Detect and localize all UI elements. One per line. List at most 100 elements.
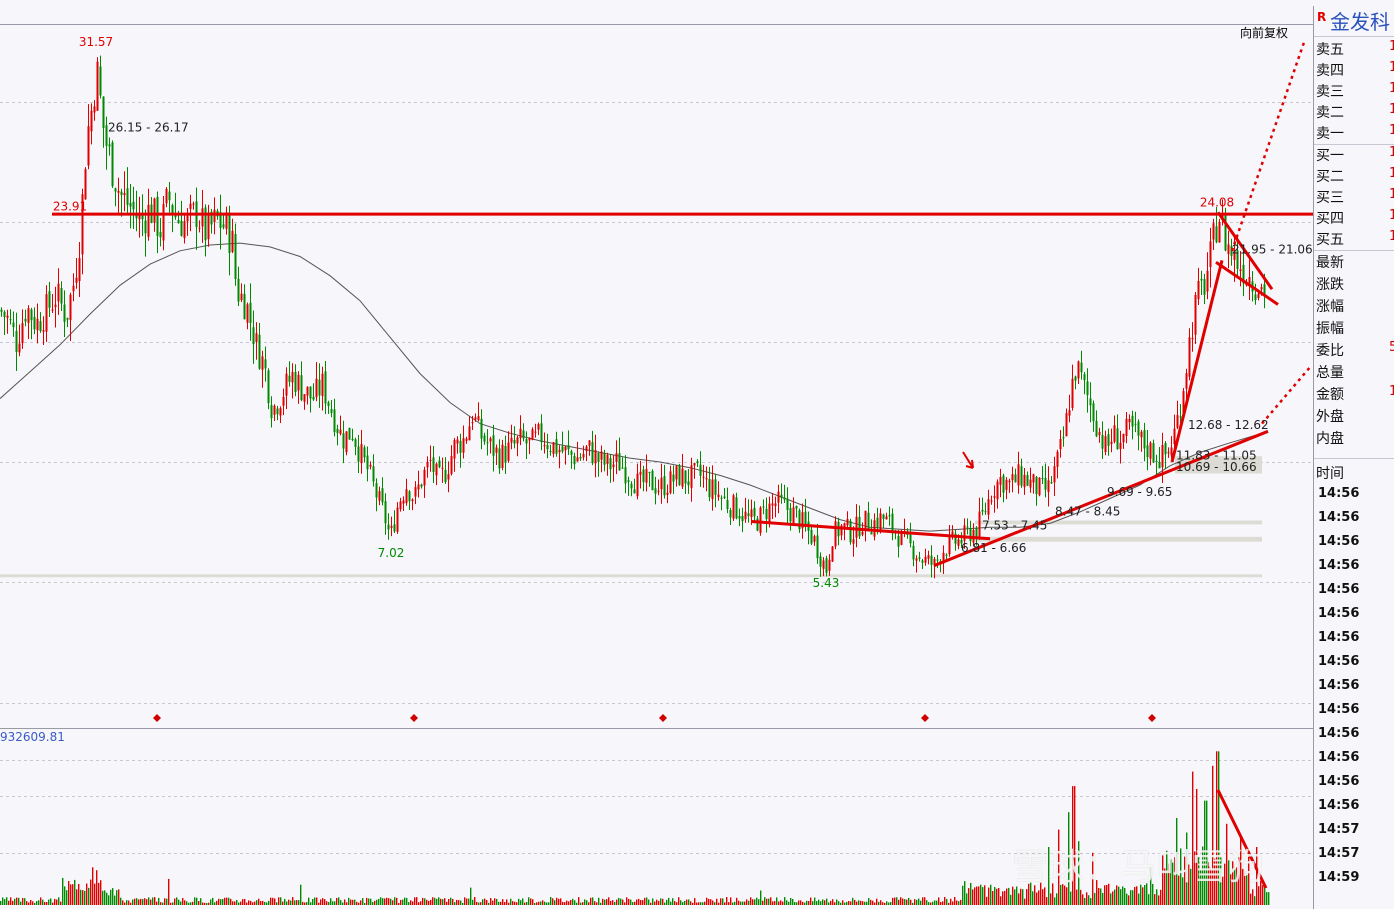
volume-bar [868, 898, 870, 905]
volume-bar [536, 902, 538, 905]
candle [96, 61, 99, 111]
volume-bar [440, 898, 442, 905]
volume-bar [772, 901, 774, 905]
quote-row-label[interactable]: 卖五 [1316, 39, 1344, 59]
volume-bar [694, 898, 696, 905]
quote-row-label[interactable]: 卖一 [1316, 123, 1344, 143]
volume-bar [1128, 895, 1130, 905]
volume-bar [942, 901, 944, 905]
price-level-band [0, 574, 1262, 578]
quote-row-label[interactable]: 买三 [1316, 187, 1344, 207]
volume-bar [222, 899, 224, 905]
candle [48, 291, 51, 308]
volume-bar [900, 897, 902, 905]
candle [120, 191, 123, 196]
candle [1119, 442, 1122, 449]
volume-bar [268, 900, 270, 905]
volume-bar [56, 899, 58, 905]
volume-bar [162, 902, 164, 905]
volume-bar [144, 898, 146, 905]
volume-bar [1250, 893, 1252, 905]
volume-bar [1090, 898, 1092, 905]
volume-bar [912, 902, 914, 905]
volume-bar [896, 897, 898, 905]
divider [1314, 458, 1394, 459]
candle [1041, 478, 1044, 479]
volume-bar [34, 902, 36, 905]
candle [639, 471, 642, 475]
candle [675, 466, 678, 480]
candle [249, 302, 252, 323]
info-row-value: 5 [1389, 340, 1394, 355]
volume-bar [340, 900, 342, 905]
volume-bar [46, 902, 48, 905]
volume-bar [928, 902, 930, 905]
volume-bar [16, 897, 18, 905]
volume-bar [370, 898, 372, 905]
quote-row-label[interactable]: 卖四 [1316, 60, 1344, 80]
volume-bar [796, 902, 798, 905]
volume-bar [330, 898, 332, 905]
volume-bar [738, 900, 740, 905]
volume-bar [1158, 895, 1160, 905]
volume-bar [328, 902, 330, 905]
volume-bar [1110, 893, 1112, 905]
candle [456, 439, 459, 444]
candle [948, 535, 951, 555]
adjust-label[interactable]: 向前复权 [1240, 25, 1288, 40]
quote-row-label[interactable]: 买一 [1316, 145, 1344, 165]
candle [39, 321, 42, 331]
volume-bar [938, 897, 940, 905]
volume-bar [560, 898, 562, 905]
candle [555, 439, 558, 454]
quote-row-label[interactable]: 买四 [1316, 208, 1344, 228]
volume-bar [994, 887, 996, 905]
volume-bar [960, 899, 962, 905]
candle [66, 317, 69, 320]
volume-bar [980, 884, 982, 905]
volume-bar [186, 901, 188, 905]
trade-time: 14:56 [1318, 702, 1360, 717]
volume-bar [740, 901, 742, 905]
quote-row-label[interactable]: 卖二 [1316, 102, 1344, 122]
volume-bar [1124, 888, 1126, 905]
volume-bar [264, 901, 266, 905]
volume-bar [490, 898, 492, 905]
volume-bar [532, 899, 534, 905]
volume-bar [200, 898, 202, 905]
price-label: 24.08 [1200, 196, 1234, 210]
volume-bar [376, 899, 378, 905]
candle [333, 409, 336, 433]
volume-bar [846, 901, 848, 905]
candle [777, 491, 780, 503]
price-chart[interactable]: 31.57 26.15 - 26.17 23.91 7.02 5.43 24.08 21.9… [0, 0, 1313, 909]
candle [1107, 434, 1110, 446]
volume-bar [204, 902, 206, 905]
volume-bar [240, 901, 242, 905]
volume-bar [436, 898, 438, 905]
volume-bar [996, 888, 998, 905]
volume-bar [92, 867, 94, 905]
volume-bar [1036, 892, 1038, 905]
volume-bar [450, 897, 452, 905]
candle [936, 559, 939, 561]
candle [1089, 398, 1092, 406]
candle [525, 439, 528, 444]
candle [585, 446, 588, 451]
candle [354, 439, 357, 447]
quote-row-label[interactable]: 买二 [1316, 166, 1344, 186]
quote-row-label[interactable]: 卖三 [1316, 81, 1344, 101]
volume-bar [648, 899, 650, 905]
candle [36, 318, 39, 331]
candle [1185, 373, 1188, 389]
candle [834, 521, 837, 547]
candle [273, 405, 276, 415]
candle [918, 557, 921, 559]
candle [3, 311, 6, 318]
volume-bar [220, 899, 222, 905]
quote-row-label[interactable]: 买五 [1316, 229, 1344, 249]
volume-bar [314, 897, 316, 905]
volume-bar [1160, 889, 1162, 905]
volume-bar [394, 897, 396, 905]
stock-header[interactable]: R 金发科 [1314, 6, 1394, 37]
